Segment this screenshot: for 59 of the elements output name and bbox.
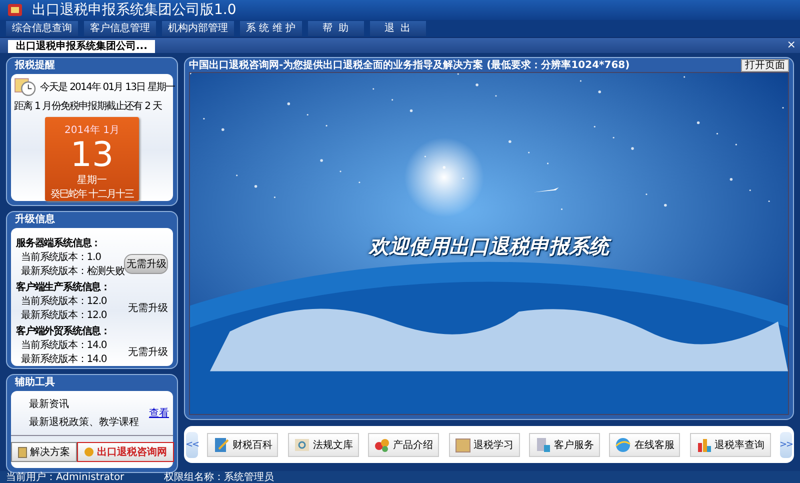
toolbar-button[interactable]: 退税率查询 — [690, 432, 771, 456]
section-heading: 客户端外贸系统信息： — [16, 324, 112, 338]
calendar-month: 2014年 1月 — [64, 124, 120, 137]
panel-title: 辅助工具 — [14, 376, 56, 390]
calendar-weekday: 星期一 — [77, 174, 107, 187]
current-user: 当前用户：Administrator — [6, 471, 124, 483]
menu-item[interactable]: 系 统 维 护 — [240, 21, 302, 36]
lunar-date: 癸巳蛇年 十二月十三 — [50, 188, 134, 201]
folder-icon — [454, 436, 470, 452]
previous-button[interactable]: << — [186, 432, 198, 458]
logo-icon — [84, 447, 94, 457]
menu-item[interactable]: 退 出 — [370, 21, 426, 36]
section-heading: 服务器端系统信息： — [16, 236, 102, 250]
menu-item[interactable]: 机构内部管理 — [162, 21, 234, 36]
version-text: 当前系统版本：14.0 — [20, 338, 108, 352]
upgrade-status: 无需升级 — [127, 346, 169, 359]
view-link[interactable]: 查看 — [149, 406, 169, 420]
calendar-day: 13 — [70, 137, 114, 173]
deadline-text: 距离 1 月份免税申报期截止还有 2 天 — [14, 100, 163, 113]
toolbar-button[interactable]: 财税百科 — [207, 432, 278, 456]
toolbar-button[interactable]: 退税学习 — [448, 432, 520, 456]
globe-icon — [615, 436, 632, 452]
version-text: 当前系统版本：12.0 — [20, 294, 108, 308]
magnifier-icon — [294, 436, 310, 452]
window-title: 出口退税申报系统集团公司版1.0 — [32, 1, 236, 19]
calendar-clock-icon — [14, 77, 36, 97]
website-button[interactable]: 出口退税咨询网 — [77, 442, 174, 462]
document-icon — [18, 446, 27, 458]
panel-title: 升级信息 — [14, 212, 56, 227]
close-icon[interactable]: × — [786, 38, 796, 52]
menu-item[interactable]: 帮 助 — [308, 21, 364, 36]
service-icon — [534, 436, 551, 452]
next-button[interactable]: >> — [780, 432, 792, 458]
app-icon — [8, 4, 22, 16]
version-text: 最新系统版本：12.0 — [20, 308, 108, 322]
toolbar-button[interactable]: 在线客服 — [609, 432, 680, 456]
tab[interactable]: 出口退税申报系统集团公司... — [8, 40, 156, 53]
menu-item[interactable]: 综合信息查询 — [6, 21, 78, 36]
solution-button[interactable]: 解决方案 — [11, 442, 77, 462]
page-header: 中国出口退税咨询网-为您提供出口退税全面的业务指导及解决方案 (最低要求：分辨率1024*768) — [189, 58, 630, 72]
upgrade-button[interactable]: 无需升级 — [124, 254, 168, 274]
section-heading: 客户端生产系统信息： — [16, 280, 112, 294]
product-icon — [374, 436, 390, 452]
news-title: 最新资讯 — [29, 398, 70, 411]
menu-item[interactable]: 客户信息管理 — [84, 21, 156, 36]
panel-title: 报税提醒 — [14, 58, 56, 73]
news-text: 最新退税政策、教学课程 — [29, 416, 139, 429]
version-text: 当前系统版本：1.0 — [20, 250, 102, 264]
toolbar-button[interactable]: 产品介绍 — [368, 432, 440, 456]
toolbar-button[interactable]: 客户服务 — [528, 432, 600, 456]
version-text: 最新系统版本：检测失败 — [20, 264, 124, 278]
version-text: 最新系统版本：14.0 — [20, 352, 108, 366]
toolbar-button[interactable]: 法规文库 — [288, 432, 359, 456]
permission-group: 权限组名称：系统管理员 — [164, 471, 274, 483]
book-icon — [213, 436, 230, 452]
upgrade-status: 无需升级 — [127, 302, 169, 315]
corner-button[interactable]: 打开页面 — [741, 58, 789, 72]
welcome-title: 欢迎使用出口退税申报系统 — [190, 233, 788, 260]
bar-chart-icon — [696, 436, 712, 452]
